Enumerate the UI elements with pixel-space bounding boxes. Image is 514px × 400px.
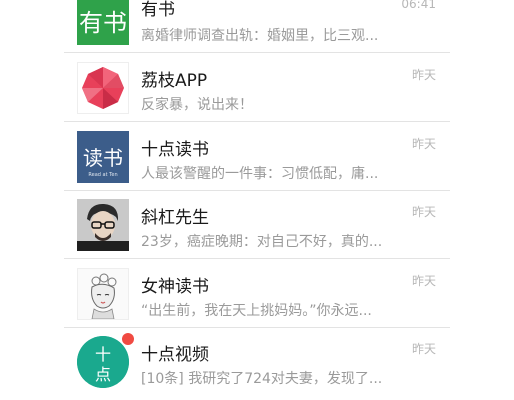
avatar-text-1: 十 bbox=[95, 345, 111, 364]
divider bbox=[64, 52, 450, 53]
chat-name: 女神读书 bbox=[141, 277, 209, 297]
chat-row-shidian-dushu[interactable]: 读书 Read at Ten 十点读书 人最该警醒的一件事：习惯低配，庸... … bbox=[64, 123, 450, 191]
chat-list: 有书 有书 离婚律师调查出轨：婚姻里，比三观... 06:41 荔枝APP 反家… bbox=[64, 0, 450, 400]
chat-name: 有书 bbox=[141, 0, 175, 20]
chat-row-lizhi[interactable]: 荔枝APP 反家暴，说出来！ 昨天 bbox=[64, 54, 450, 122]
chat-time: 06:41 bbox=[401, 0, 436, 11]
chat-row-youshu[interactable]: 有书 有书 离婚律师调查出轨：婚姻里，比三观... 06:41 bbox=[64, 0, 450, 53]
chat-preview: “出生前，我在天上挑妈妈。”你永远... bbox=[141, 303, 372, 319]
chat-preview: 人最该警醒的一件事：习惯低配，庸... bbox=[141, 166, 379, 182]
chat-name: 十点读书 bbox=[141, 140, 209, 160]
chat-row-xiegang[interactable]: 斜杠先生 23岁，癌症晚期：对自己不好，真的... 昨天 bbox=[64, 191, 450, 259]
chat-preview: 23岁，癌症晚期：对自己不好，真的... bbox=[141, 234, 383, 250]
divider bbox=[64, 258, 450, 259]
svg-text:有书: 有书 bbox=[79, 9, 127, 37]
shidian-video-logo-icon: 十 点 bbox=[77, 336, 129, 388]
chat-preview: 离婚律师调查出轨：婚姻里，比三观... bbox=[141, 28, 379, 44]
avatar-text-2: 点 bbox=[95, 365, 111, 384]
youshu-logo-icon: 有书 bbox=[77, 0, 129, 45]
chat-row-shidian-video[interactable]: 十 点 十点视频 [10条] 我研究了724对夫妻，发现了... 昨天 bbox=[64, 328, 450, 396]
divider bbox=[64, 121, 450, 122]
avatar-subtext: Read at Ten bbox=[88, 172, 117, 178]
chat-time: 昨天 bbox=[411, 274, 436, 288]
chat-time: 昨天 bbox=[411, 205, 436, 219]
chat-preview: 反家暴，说出来！ bbox=[141, 97, 253, 113]
lychee-logo-icon bbox=[77, 62, 129, 114]
shidian-dushu-logo-icon: 读书 Read at Ten bbox=[77, 131, 129, 183]
chat-name: 荔枝APP bbox=[141, 71, 208, 91]
chat-name: 斜杠先生 bbox=[141, 208, 209, 228]
avatar-text: 读书 bbox=[83, 146, 123, 170]
man-with-glasses-avatar-icon bbox=[77, 199, 129, 251]
woman-sketch-avatar-icon bbox=[77, 268, 129, 320]
chat-time: 昨天 bbox=[411, 342, 436, 356]
chat-name: 十点视频 bbox=[141, 345, 209, 365]
unread-dot-badge bbox=[122, 333, 134, 345]
chat-time: 昨天 bbox=[411, 68, 436, 82]
chat-preview: [10条] 我研究了724对夫妻，发现了... bbox=[141, 371, 383, 387]
chat-row-nvshen-dushu[interactable]: 女神读书 “出生前，我在天上挑妈妈。”你永远... 昨天 bbox=[64, 260, 450, 328]
chat-time: 昨天 bbox=[411, 137, 436, 151]
